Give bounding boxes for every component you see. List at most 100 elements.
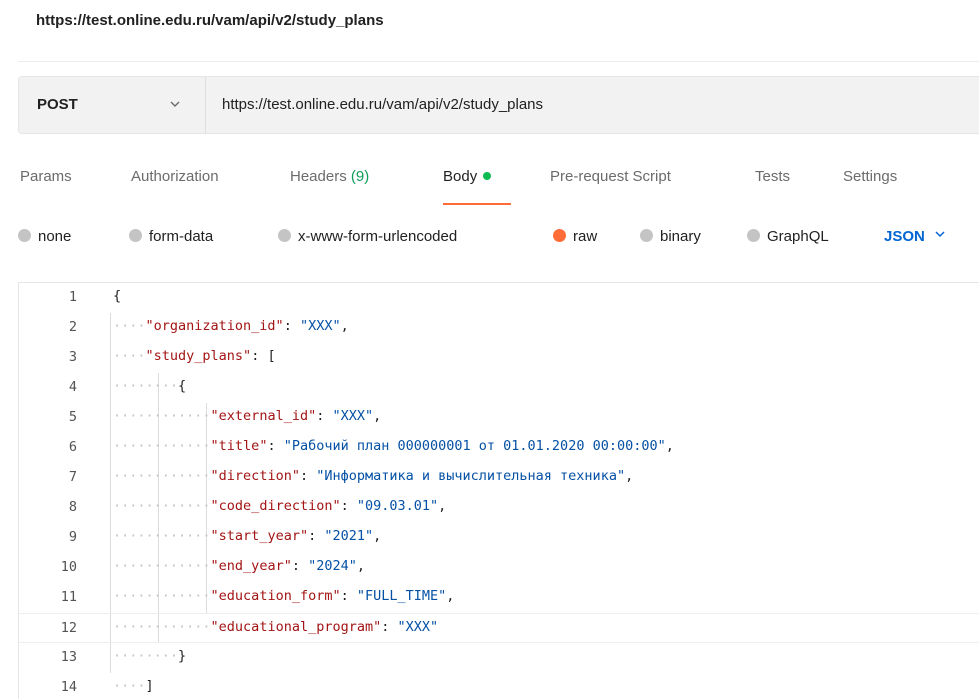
editor-line[interactable]: 4 ········{ <box>19 373 979 403</box>
code-line-text: { <box>113 288 121 304</box>
radio-label: GraphQL <box>767 228 829 245</box>
line-number: 13 <box>60 649 77 665</box>
tab-body-label: Body <box>443 168 478 185</box>
line-number: 7 <box>68 469 77 485</box>
tab-params[interactable]: Params <box>20 168 72 185</box>
line-number: 1 <box>68 289 77 305</box>
editor-line[interactable]: 12 ············"educational_program": "XX… <box>19 613 979 643</box>
radio-label: binary <box>660 228 701 245</box>
radio-selected-icon <box>553 229 566 242</box>
format-label: JSON <box>884 228 925 245</box>
code-line-text: ············"direction": "Информатика и … <box>113 468 633 484</box>
code-text: "education_form": "FULL_TIME", <box>210 588 455 604</box>
editor-line[interactable]: 11 ············"education_form": "FULL_TI… <box>19 583 979 613</box>
url-input[interactable]: https://test.online.edu.ru/vam/api/v2/st… <box>222 96 543 113</box>
code-line-text: ····"study_plans": [ <box>113 348 276 364</box>
line-number: 8 <box>68 499 77 515</box>
method-label: POST <box>37 96 78 113</box>
whitespace-dots: ···· <box>113 318 146 334</box>
code-text: { <box>113 288 122 304</box>
editor-line[interactable]: 7 ············"direction": "Информатика и… <box>19 463 979 493</box>
line-number: 10 <box>60 559 77 575</box>
whitespace-dots: ············ <box>113 468 211 484</box>
divider <box>18 61 979 62</box>
code-text: "external_id": "XXX", <box>210 408 382 424</box>
radio-circle-icon <box>129 229 142 242</box>
tab-settings[interactable]: Settings <box>843 168 897 185</box>
whitespace-dots: ···· <box>113 348 146 364</box>
code-text: "start_year": "2021", <box>210 528 382 544</box>
whitespace-dots: ············ <box>113 558 211 574</box>
code-line-text: ········{ <box>113 378 186 394</box>
radio-label: x-www-form-urlencoded <box>298 228 458 245</box>
tab-pre-request-script[interactable]: Pre-request Script <box>550 168 671 185</box>
separator <box>205 77 206 133</box>
code-line-text: ············"title": "Рабочий план 00000… <box>113 438 674 454</box>
code-line-text: ····] <box>113 678 154 694</box>
tab-tests[interactable]: Tests <box>755 168 790 185</box>
headers-count-badge: (9) <box>350 168 370 185</box>
code-text: "organization_id": "XXX", <box>145 318 349 334</box>
code-editor[interactable]: 1{2 ····"organization_id": "XXX", 3 ····"st… <box>18 282 979 699</box>
code-line-text: ············"external_id": "XXX", <box>113 408 381 424</box>
code-text: } <box>178 648 187 664</box>
tab-authorization[interactable]: Authorization <box>131 168 219 185</box>
code-text: "title": "Рабочий план 000000001 от 01.0… <box>210 438 674 454</box>
whitespace-dots: ···· <box>113 678 146 694</box>
radio-graphql[interactable]: GraphQL <box>747 228 829 245</box>
code-line-text: ············"end_year": "2024", <box>113 558 365 574</box>
whitespace-dots: ············ <box>113 588 211 604</box>
request-bar: POST https://test.online.edu.ru/vam/api/… <box>18 76 979 134</box>
chevron-down-icon <box>935 231 945 238</box>
code-line-text: ········} <box>113 648 186 664</box>
line-number: 2 <box>68 319 77 335</box>
editor-line[interactable]: 1{ <box>19 283 979 313</box>
radio-binary[interactable]: binary <box>640 228 701 245</box>
line-number: 3 <box>68 349 77 365</box>
editor-line[interactable]: 6 ············"title": "Рабочий план 0000… <box>19 433 979 463</box>
line-number: 11 <box>60 589 77 605</box>
editor-line[interactable]: 5 ············"external_id": "XXX", <box>19 403 979 433</box>
radio-none[interactable]: none <box>18 228 71 245</box>
code-text: "direction": "Информатика и вычислительн… <box>210 468 634 484</box>
radio-circle-icon <box>18 229 31 242</box>
editor-line[interactable]: 8 ············"code_direction": "09.03.01… <box>19 493 979 523</box>
editor-line[interactable]: 14 ····] <box>19 673 979 699</box>
editor-line[interactable]: 10 ············"end_year": "2024", <box>19 553 979 583</box>
radio-raw[interactable]: raw <box>553 228 597 245</box>
tab-headers-label: Headers <box>290 168 347 185</box>
editor-line[interactable]: 2 ····"organization_id": "XXX", <box>19 313 979 343</box>
radio-circle-icon <box>747 229 760 242</box>
radio-x-www-form-urlencoded[interactable]: x-www-form-urlencoded <box>278 228 457 245</box>
body-indicator-dot <box>483 172 492 180</box>
whitespace-dots: ············ <box>113 498 211 514</box>
code-line-text: ············"educational_program": "XXX" <box>113 619 438 635</box>
radio-circle-icon <box>640 229 653 242</box>
page-title: https://test.online.edu.ru/vam/api/v2/st… <box>36 12 384 29</box>
editor-line[interactable]: 3 ····"study_plans": [ <box>19 343 979 373</box>
editor-line[interactable]: 9 ············"start_year": "2021", <box>19 523 979 553</box>
radio-label: form-data <box>149 228 214 245</box>
code-text: ] <box>145 678 154 694</box>
whitespace-dots: ············ <box>113 408 211 424</box>
active-tab-underline <box>443 203 511 205</box>
tab-headers[interactable]: Headers (9) <box>290 168 369 185</box>
code-line-text: ············"start_year": "2021", <box>113 528 381 544</box>
line-number: 12 <box>60 620 77 636</box>
code-text: "study_plans": [ <box>145 348 276 364</box>
tab-body[interactable]: Body <box>443 168 492 185</box>
whitespace-dots: ············ <box>113 619 211 635</box>
line-number: 9 <box>68 529 77 545</box>
whitespace-dots: ············ <box>113 528 211 544</box>
radio-label: none <box>38 228 72 245</box>
code-text: "educational_program": "XXX" <box>210 619 439 635</box>
method-select[interactable]: POST <box>19 77 205 133</box>
line-number: 5 <box>68 409 77 425</box>
editor-line[interactable]: 13 ········} <box>19 643 979 673</box>
format-select[interactable]: JSON <box>884 228 946 245</box>
whitespace-dots: ········ <box>113 378 179 394</box>
radio-form-data[interactable]: form-data <box>129 228 213 245</box>
code-line-text: ············"education_form": "FULL_TIME… <box>113 588 454 604</box>
code-text: "end_year": "2024", <box>210 558 366 574</box>
whitespace-dots: ········ <box>113 648 179 664</box>
